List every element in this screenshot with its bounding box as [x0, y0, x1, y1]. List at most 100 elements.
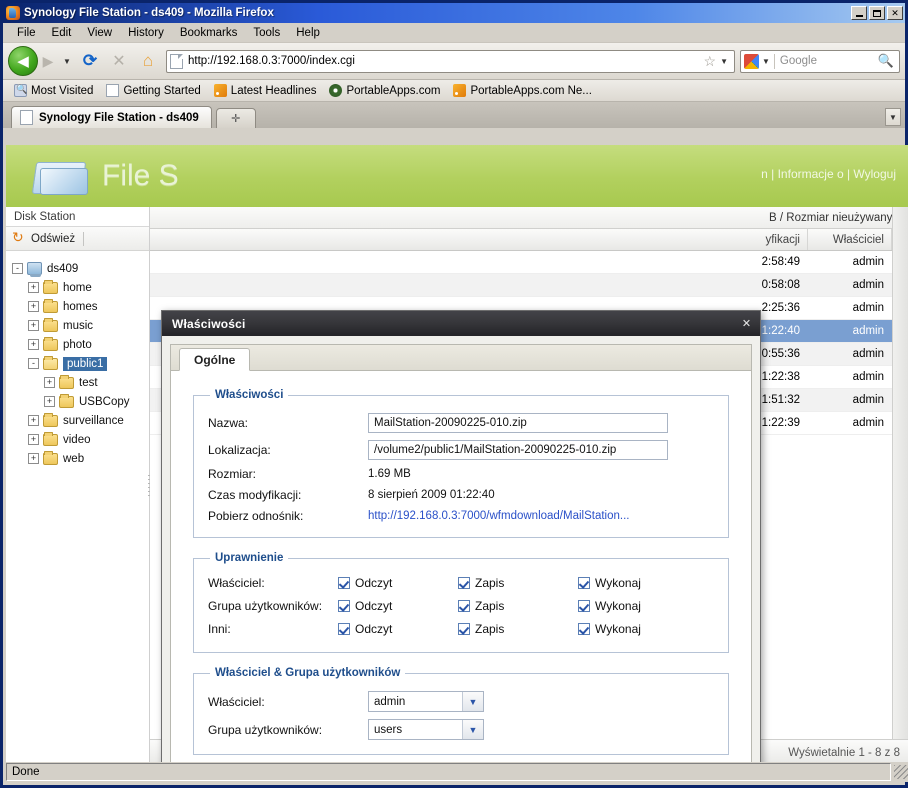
- url-dropdown-icon[interactable]: ▼: [720, 57, 731, 66]
- tab-ogolne[interactable]: Ogólne: [179, 348, 251, 371]
- tree-node-test[interactable]: + test: [12, 373, 149, 392]
- checkbox-icon[interactable]: [458, 577, 470, 589]
- group-select[interactable]: users ▼: [368, 719, 484, 740]
- tree-node-ds409[interactable]: - ds409: [12, 259, 149, 278]
- owner-execute-checkbox[interactable]: Wykonaj: [578, 576, 698, 590]
- menu-view[interactable]: View: [79, 25, 120, 41]
- new-tab-button[interactable]: ✛: [215, 108, 256, 128]
- bookmark-portableapps-news[interactable]: PortableApps.com Ne...: [448, 83, 596, 98]
- home-icon[interactable]: ⌂: [135, 48, 161, 74]
- expander-icon[interactable]: +: [28, 415, 39, 426]
- expander-icon[interactable]: +: [28, 282, 39, 293]
- chevron-down-icon[interactable]: ▼: [462, 692, 483, 711]
- menu-help[interactable]: Help: [288, 25, 328, 41]
- tab-list-chevron-icon[interactable]: ▼: [885, 108, 901, 126]
- expander-icon[interactable]: +: [28, 339, 39, 350]
- bookmark-star-icon[interactable]: ☆: [700, 53, 721, 70]
- column-header-modified[interactable]: yfikacji: [150, 229, 808, 250]
- close-button[interactable]: ✕: [887, 6, 903, 20]
- forward-button[interactable]: ▶: [36, 48, 60, 74]
- stop-icon[interactable]: ✕: [106, 48, 132, 74]
- maximize-button[interactable]: [869, 6, 885, 20]
- menu-bookmarks[interactable]: Bookmarks: [172, 25, 246, 41]
- checkbox-icon[interactable]: [578, 600, 590, 612]
- tab-file-station[interactable]: Synology File Station - ds409: [11, 106, 212, 128]
- column-header-owner[interactable]: Właściciel: [808, 229, 892, 250]
- table-row[interactable]: 0:58:08 admin: [150, 274, 908, 297]
- search-input[interactable]: Google: [775, 55, 878, 67]
- checkbox-icon[interactable]: [458, 600, 470, 612]
- others-execute-checkbox[interactable]: Wykonaj: [578, 622, 698, 636]
- location-input[interactable]: /volume2/public1/MailStation-20090225-01…: [368, 440, 668, 460]
- others-write-checkbox[interactable]: Zapis: [458, 622, 578, 636]
- name-input[interactable]: MailStation-20090225-010.zip: [368, 413, 668, 433]
- expander-icon[interactable]: +: [44, 377, 55, 388]
- cell-owner: admin: [852, 302, 884, 314]
- permission-row-others: Inni: Odczyt Zapis Wykonaj: [208, 622, 714, 636]
- bookmark-latest-headlines[interactable]: Latest Headlines: [209, 83, 322, 98]
- group-write-checkbox[interactable]: Zapis: [458, 599, 578, 613]
- checkbox-icon[interactable]: [578, 623, 590, 635]
- download-link[interactable]: http://192.168.0.3:7000/wfmdownload/Mail…: [368, 510, 629, 522]
- tree-node-music[interactable]: + music: [12, 316, 149, 335]
- menu-tools[interactable]: Tools: [245, 25, 288, 41]
- bookmark-getting-started[interactable]: Getting Started: [101, 83, 205, 98]
- others-read-checkbox[interactable]: Odczyt: [338, 622, 458, 636]
- minimize-button[interactable]: [851, 6, 867, 20]
- group-execute-checkbox[interactable]: Wykonaj: [578, 599, 698, 613]
- checkbox-icon[interactable]: [578, 577, 590, 589]
- window-title: Synology File Station - ds409 - Mozilla …: [24, 7, 274, 19]
- expander-icon[interactable]: +: [28, 453, 39, 464]
- expander-icon[interactable]: +: [28, 301, 39, 312]
- tree-node-web[interactable]: + web: [12, 449, 149, 468]
- checkbox-label: Zapis: [475, 622, 505, 636]
- tree-node-surveillance[interactable]: + surveillance: [12, 411, 149, 430]
- search-icon[interactable]: 🔍: [878, 53, 896, 69]
- page-icon: [20, 110, 33, 125]
- file-list-scrollbar[interactable]: [892, 207, 908, 765]
- refresh-icon[interactable]: [12, 229, 26, 246]
- expander-icon[interactable]: +: [28, 320, 39, 331]
- tree-node-video[interactable]: + video: [12, 430, 149, 449]
- bookmark-most-visited[interactable]: Most Visited: [9, 83, 98, 98]
- chevron-down-icon[interactable]: ▼: [462, 720, 483, 739]
- reload-icon[interactable]: ⟳: [77, 48, 103, 74]
- table-row[interactable]: 2:58:49 admin: [150, 251, 908, 274]
- status-bar: Done: [6, 762, 908, 782]
- checkbox-icon[interactable]: [458, 623, 470, 635]
- owner-write-checkbox[interactable]: Zapis: [458, 576, 578, 590]
- cell-owner: admin: [852, 256, 884, 268]
- menu-edit[interactable]: Edit: [44, 25, 80, 41]
- group-read-checkbox[interactable]: Odczyt: [338, 599, 458, 613]
- bookmark-portableapps[interactable]: PortableApps.com: [324, 83, 445, 98]
- back-button[interactable]: ◀: [8, 46, 38, 76]
- checkbox-icon[interactable]: [338, 577, 350, 589]
- expander-icon[interactable]: +: [28, 434, 39, 445]
- permission-label: Inni:: [208, 621, 231, 636]
- tree-node-photo[interactable]: + photo: [12, 335, 149, 354]
- expander-icon[interactable]: -: [28, 358, 39, 369]
- header-links[interactable]: n | Informacje o | Wyloguj: [761, 167, 896, 181]
- dialog-close-icon[interactable]: ✕: [739, 316, 754, 331]
- url-text[interactable]: http://192.168.0.3:7000/index.cgi: [188, 55, 700, 67]
- owner-select[interactable]: admin ▼: [368, 691, 484, 712]
- tree-node-homes[interactable]: + homes: [12, 297, 149, 316]
- search-engine-chevron-icon[interactable]: ▼: [759, 57, 774, 66]
- owner-read-checkbox[interactable]: Odczyt: [338, 576, 458, 590]
- checkbox-icon[interactable]: [338, 623, 350, 635]
- menu-history[interactable]: History: [120, 25, 172, 41]
- cell-owner: admin: [852, 371, 884, 383]
- tree-node-public1[interactable]: - public1: [12, 354, 149, 373]
- tree-node-home[interactable]: + home: [12, 278, 149, 297]
- resize-grip-icon[interactable]: [894, 765, 908, 779]
- expander-icon[interactable]: +: [44, 396, 55, 407]
- expander-icon[interactable]: -: [12, 263, 23, 274]
- url-bar[interactable]: http://192.168.0.3:7000/index.cgi ☆ ▼: [166, 49, 735, 73]
- checkbox-icon[interactable]: [338, 600, 350, 612]
- search-bar[interactable]: ▼ Google 🔍: [740, 49, 900, 73]
- google-icon: [744, 53, 759, 69]
- history-dropdown-icon[interactable]: ▼: [60, 57, 74, 66]
- refresh-label[interactable]: Odśwież: [31, 233, 75, 245]
- tree-node-usbcopy[interactable]: + USBCopy: [12, 392, 149, 411]
- menu-file[interactable]: File: [9, 25, 44, 41]
